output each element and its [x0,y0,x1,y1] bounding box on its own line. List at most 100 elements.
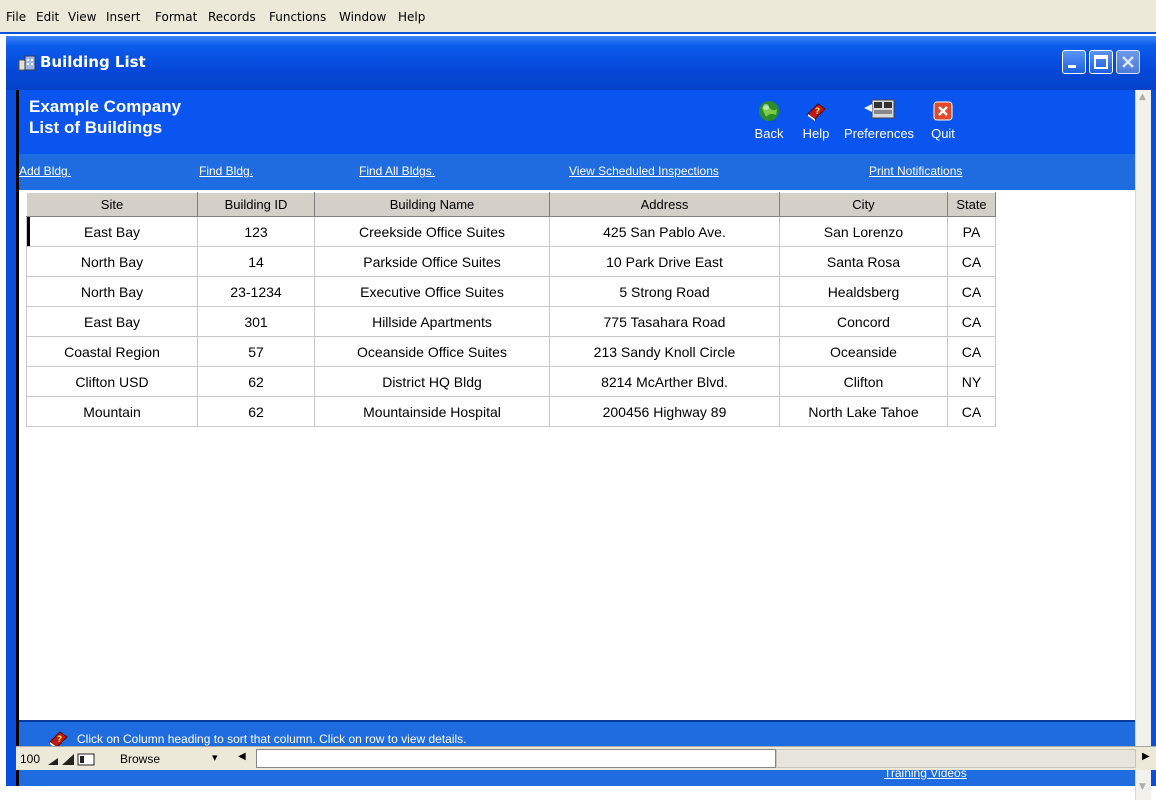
table-row[interactable]: Coastal Region 57 Oceanside Office Suite… [26,336,996,367]
cell-city[interactable]: North Lake Tahoe [779,396,948,427]
cell-state[interactable]: CA [947,246,996,277]
cell-state[interactable]: CA [947,306,996,337]
cell-site[interactable]: East Bay [26,216,198,247]
cell-site[interactable]: Clifton USD [26,366,198,397]
cell-state[interactable]: NY [947,366,996,397]
cell-site[interactable]: North Bay [26,276,198,307]
cell-building-name[interactable]: Executive Office Suites [314,276,550,307]
cell-address[interactable]: 425 San Pablo Ave. [549,216,780,247]
cell-address[interactable]: 10 Park Drive East [549,246,780,277]
menu-insert[interactable]: Insert [106,10,140,24]
table-row[interactable]: Clifton USD 62 District HQ Bldg 8214 McA… [26,366,996,397]
cell-building-id[interactable]: 62 [197,396,315,427]
column-header-building-id[interactable]: Building ID [197,192,315,217]
cell-site[interactable]: East Bay [26,306,198,337]
help-book-icon: ? [807,103,826,121]
cell-building-name[interactable]: District HQ Bldg [314,366,550,397]
menu-file[interactable]: File [6,10,26,24]
mode-dropdown-icon[interactable]: ▾ [212,751,218,764]
window-title: Building List [40,53,146,71]
cell-state[interactable]: CA [947,396,996,427]
print-notifications-link[interactable]: Print Notifications [869,164,962,178]
close-button[interactable] [1116,50,1140,74]
view-scheduled-inspections-link[interactable]: View Scheduled Inspections [569,164,719,178]
scroll-down-icon[interactable]: ▼ [1139,782,1146,792]
menu-records[interactable]: Records [208,10,256,24]
cell-city[interactable]: Santa Rosa [779,246,948,277]
cell-building-id[interactable]: 301 [197,306,315,337]
cell-building-name[interactable]: Hillside Apartments [314,306,550,337]
help-label: Help [802,126,830,141]
column-header-site[interactable]: Site [26,192,198,217]
table-row[interactable]: Mountain 62 Mountainside Hospital 200456… [26,396,996,427]
vertical-scrollbar[interactable]: ▲ ▼ [1135,90,1151,800]
table-row[interactable]: North Bay 23-1234 Executive Office Suite… [26,276,996,307]
action-link-bar: Add Bldg. Find Bldg. Find All Bldgs. Vie… [19,154,1135,190]
cell-building-name[interactable]: Mountainside Hospital [314,396,550,427]
menu-window[interactable]: Window [339,10,386,24]
cell-address[interactable]: 213 Sandy Knoll Circle [549,336,780,367]
cell-building-id[interactable]: 62 [197,366,315,397]
menu-view[interactable]: View [68,10,96,24]
cell-building-name[interactable]: Oceanside Office Suites [314,336,550,367]
table-row[interactable]: East Bay 123 Creekside Office Suites 425… [26,216,996,247]
scroll-right-icon[interactable]: ▶ [1142,751,1150,762]
cell-city[interactable]: Concord [779,306,948,337]
horizontal-scroll-track[interactable] [776,749,1136,768]
cell-building-name[interactable]: Parkside Office Suites [314,246,550,277]
cell-city[interactable]: Clifton [779,366,948,397]
cell-address[interactable]: 5 Strong Road [549,276,780,307]
find-building-link[interactable]: Find Bldg. [199,164,253,178]
column-header-address[interactable]: Address [549,192,780,217]
add-building-link[interactable]: Add Bldg. [19,164,71,178]
cell-city[interactable]: San Lorenzo [779,216,948,247]
cell-state[interactable]: CA [947,336,996,367]
cell-site[interactable]: North Bay [26,246,198,277]
title-bar[interactable]: Building List [6,36,1156,90]
cell-city[interactable]: Oceanside [779,336,948,367]
cell-building-id[interactable]: 123 [197,216,315,247]
menu-format[interactable]: Format [155,10,197,24]
column-header-building-name[interactable]: Building Name [314,192,550,217]
zoom-controls-icon[interactable] [46,752,116,766]
zoom-level[interactable]: 100 [20,752,40,766]
cell-city[interactable]: Healdsberg [779,276,948,307]
cell-state[interactable]: PA [947,216,996,247]
menu-edit[interactable]: Edit [36,10,59,24]
horizontal-scrollbar[interactable] [256,749,776,768]
cell-state[interactable]: CA [947,276,996,307]
minimize-button[interactable] [1062,50,1086,74]
table-row[interactable]: East Bay 301 Hillside Apartments 775 Tas… [26,306,996,337]
cell-site[interactable]: Mountain [26,396,198,427]
column-header-city[interactable]: City [779,192,948,217]
maximize-button[interactable] [1089,50,1113,74]
cell-building-id[interactable]: 23-1234 [197,276,315,307]
cell-site[interactable]: Coastal Region [26,336,198,367]
column-header-state[interactable]: State [947,192,996,217]
menu-functions[interactable]: Functions [269,10,326,24]
minimize-icon [1068,65,1076,68]
cell-address[interactable]: 200456 Highway 89 [549,396,780,427]
cell-address[interactable]: 8214 McArther Blvd. [549,366,780,397]
back-button[interactable]: Back [747,100,791,141]
cell-building-name[interactable]: Creekside Office Suites [314,216,550,247]
cell-building-id[interactable]: 14 [197,246,315,277]
cell-address[interactable]: 775 Tasahara Road [549,306,780,337]
cell-building-id[interactable]: 57 [197,336,315,367]
quit-button[interactable]: Quit [923,100,963,141]
globe-icon [759,101,779,121]
table-row[interactable]: North Bay 14 Parkside Office Suites 10 P… [26,246,996,277]
svg-text:?: ? [815,107,820,117]
preferences-button[interactable]: Preferences [839,98,919,141]
page-subtitle: List of Buildings [29,118,163,137]
quit-label: Quit [931,126,955,141]
close-icon [1122,56,1134,68]
help-button[interactable]: ? Help [796,100,836,141]
scroll-left-icon[interactable]: ◀ [238,751,246,762]
menu-help[interactable]: Help [398,10,425,24]
scroll-up-icon[interactable]: ▲ [1139,92,1146,102]
header-band: Example Company List of Buildings Back ?… [19,90,1135,154]
find-all-buildings-link[interactable]: Find All Bldgs. [359,164,435,178]
menu-bar: File Edit View Insert Format Records Fun… [0,0,1156,34]
mode-selector[interactable]: Browse [120,752,160,766]
